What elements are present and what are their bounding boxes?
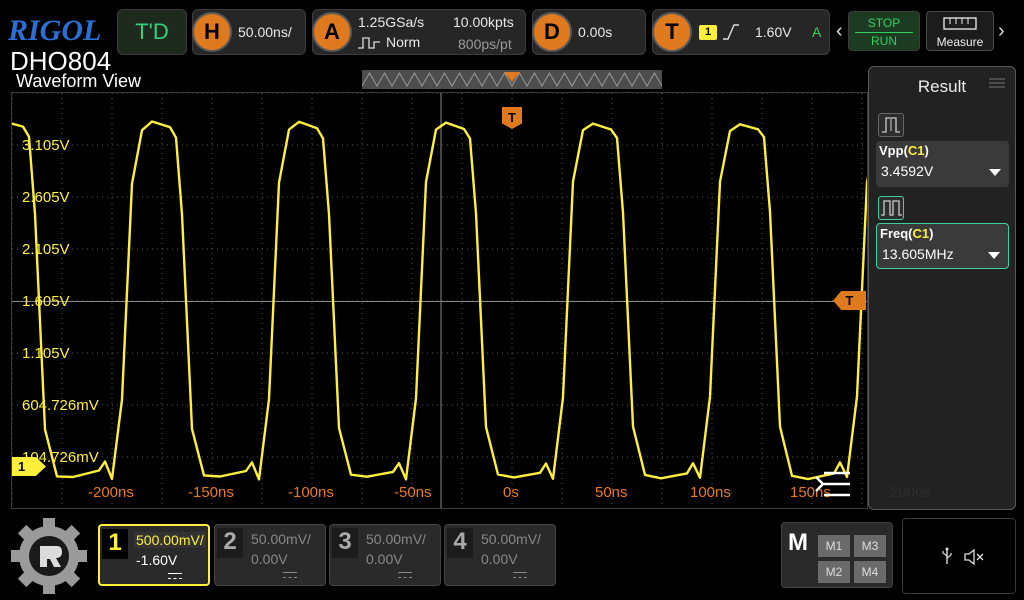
- channel-scale[interactable]: 50.00mV/: [481, 531, 541, 547]
- measurement-value: 13.605MHz: [882, 246, 954, 262]
- measure-label: Measure: [936, 35, 984, 49]
- freq-measure-icon: [878, 196, 904, 220]
- ch1-waveform: [12, 120, 867, 481]
- x-label: -100ns: [288, 484, 334, 501]
- channel-number: 4: [447, 528, 473, 558]
- math-m2-button[interactable]: M2: [818, 561, 850, 583]
- dc-coupling-icon: [513, 572, 527, 578]
- rising-edge-icon: [723, 24, 739, 40]
- run-label: RUN: [871, 34, 897, 48]
- ruler-icon: [943, 17, 977, 30]
- waveform-grid: [12, 93, 867, 508]
- acquire-mode-icon: [358, 37, 380, 49]
- stop-label: STOP: [867, 16, 901, 30]
- x-label: -50ns: [394, 484, 432, 501]
- math-m1-button[interactable]: M1: [818, 535, 850, 557]
- vpp-measurement-card[interactable]: Vpp(C1) 3.4592V: [876, 141, 1009, 187]
- measure-button[interactable]: Measure: [926, 11, 994, 51]
- brand-logo: RIGOL: [8, 14, 102, 47]
- measurement-name: Vpp: [879, 143, 904, 158]
- trigger-level: 1.60V: [755, 24, 792, 40]
- math-box[interactable]: M M1 M3 M2 M4: [781, 522, 893, 588]
- top-toolbar: RIGOL DHO804 T'D H 50.00ns/ A 1.25GSa/s …: [0, 0, 1024, 76]
- speaker-muted-icon[interactable]: [963, 548, 985, 566]
- delay-value: 0.00s: [578, 24, 613, 40]
- panel-menu-icon[interactable]: [989, 77, 1005, 89]
- td-mode-button[interactable]: T'D: [117, 9, 187, 55]
- y-label: 2.105V: [22, 241, 70, 258]
- system-status-box: [902, 518, 1016, 594]
- y-label: 1.605V: [22, 293, 70, 310]
- channel-number: 2: [217, 528, 243, 558]
- channel-offset[interactable]: -1.60V: [136, 552, 177, 568]
- memory-depth: 10.00kpts: [453, 14, 514, 30]
- x-label: -150ns: [188, 484, 234, 501]
- channel-scale[interactable]: 50.00mV/: [251, 531, 311, 547]
- x-label: 100ns: [690, 484, 731, 501]
- chevron-right-icon[interactable]: ›: [998, 20, 1005, 43]
- oscilloscope-screen: RIGOL DHO804 T'D H 50.00ns/ A 1.25GSa/s …: [0, 0, 1024, 600]
- dc-coupling-icon: [283, 572, 297, 578]
- channel-offset[interactable]: 0.00V: [366, 551, 403, 567]
- math-m3-button[interactable]: M3: [854, 535, 886, 557]
- measurement-name: Freq: [880, 226, 909, 241]
- x-label: 0s: [503, 484, 519, 501]
- channel-4-box[interactable]: 4 50.00mV/ 0.00V: [444, 524, 556, 586]
- y-label: 104.726mV: [22, 449, 99, 466]
- channel-scale[interactable]: 500.00mV/: [134, 532, 206, 548]
- channel-2-box[interactable]: 2 50.00mV/ 0.00V: [214, 524, 326, 586]
- chevron-down-icon[interactable]: [989, 169, 1001, 176]
- measurement-source: C1: [912, 226, 930, 241]
- timebase-value: 50.00ns/: [238, 24, 292, 40]
- stop-run-button[interactable]: STOP RUN: [848, 11, 920, 51]
- dc-coupling-icon: [398, 572, 412, 578]
- measurement-source: C1: [907, 143, 925, 158]
- channel-number: 3: [332, 528, 358, 558]
- channel-offset[interactable]: 0.00V: [251, 551, 288, 567]
- channel-scale[interactable]: 50.00mV/: [366, 531, 426, 547]
- horizontal-badge[interactable]: H: [192, 12, 232, 52]
- menu-icon[interactable]: [814, 470, 852, 498]
- sample-rate: 1.25GSa/s: [358, 14, 425, 30]
- usb-icon: [942, 547, 952, 564]
- acquire-badge[interactable]: A: [312, 12, 352, 52]
- acquire-mode: Norm: [386, 34, 421, 50]
- channel-1-box[interactable]: 1 500.00mV/ -1.60V: [98, 524, 210, 586]
- waveform-display[interactable]: [11, 92, 868, 509]
- result-panel[interactable]: Result Vpp(C1) 3.4592V Freq(C1) 13.605MH…: [868, 66, 1016, 510]
- trigger-status: A: [812, 24, 822, 40]
- channel-3-box[interactable]: 3 50.00mV/ 0.00V: [329, 524, 441, 586]
- delay-badge[interactable]: D: [532, 12, 572, 52]
- freq-measurement-card[interactable]: Freq(C1) 13.605MHz: [876, 223, 1009, 269]
- waveform-view-title: Waveform View: [16, 71, 142, 91]
- y-label: 2.605V: [22, 189, 70, 206]
- x-label: -200ns: [88, 484, 134, 501]
- trigger-source: 1: [699, 25, 717, 40]
- channel-offset[interactable]: 0.00V: [481, 551, 518, 567]
- math-m4-button[interactable]: M4: [854, 561, 886, 583]
- x-label: 50ns: [595, 484, 628, 501]
- points-per-sample: 800ps/pt: [458, 36, 512, 52]
- measurement-value: 3.4592V: [881, 163, 934, 179]
- y-label: 3.105V: [22, 137, 70, 154]
- home-gear-icon[interactable]: [9, 518, 89, 594]
- y-label: 1.105V: [22, 345, 70, 362]
- trigger-badge[interactable]: T: [652, 12, 692, 52]
- channel-number: 1: [102, 529, 128, 559]
- chevron-down-icon[interactable]: [988, 252, 1000, 259]
- vpp-measure-icon: [878, 113, 904, 137]
- math-label: M: [788, 529, 808, 556]
- chevron-left-icon[interactable]: ‹: [836, 20, 843, 43]
- y-label: 604.726mV: [22, 397, 99, 414]
- dc-coupling-icon: [168, 573, 182, 579]
